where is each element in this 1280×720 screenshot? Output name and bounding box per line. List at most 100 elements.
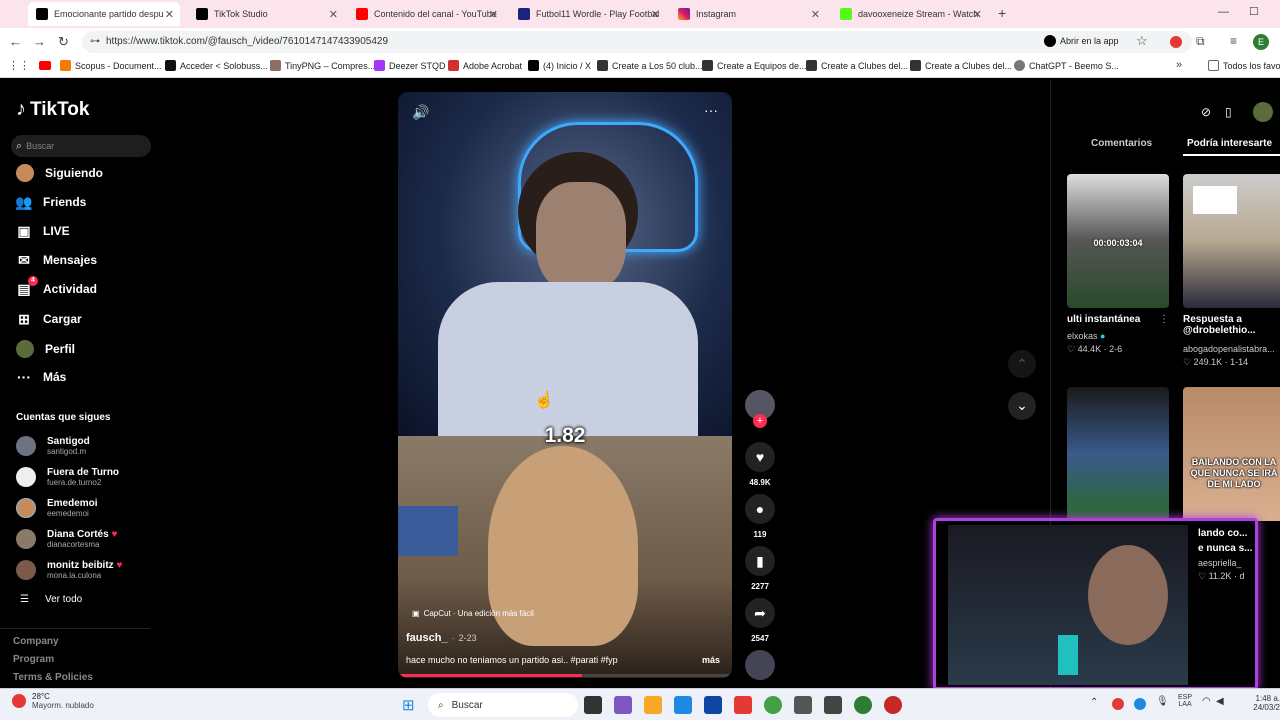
nav-actividad[interactable]: ▤ 4 Actividad (16, 276, 97, 297)
account-item[interactable]: Emedemoi eemedemoi (16, 498, 98, 518)
account-item[interactable]: monitz beibitz ♥ mona.la.culona (16, 560, 122, 580)
volume-icon[interactable]: ◀ (1216, 696, 1224, 707)
nav-siguiendo[interactable]: Siguiendo (16, 164, 103, 182)
more-bookmarks-icon[interactable]: » (1176, 59, 1182, 71)
download-icon[interactable]: ⊘ (1201, 105, 1211, 119)
clock[interactable]: 1:48 a. 24/03/2 (1240, 694, 1280, 712)
video-thumbnail[interactable] (1067, 387, 1169, 521)
tray-app-icon[interactable] (1112, 698, 1124, 710)
device-icon[interactable]: ▯ (1225, 105, 1232, 119)
bookmark-item[interactable]: Acceder < Solobuss... (165, 60, 268, 71)
weather-widget[interactable]: 28°C Mayorm. nublado (12, 692, 94, 710)
apps-grid-icon[interactable]: ⋮⋮ (8, 59, 30, 72)
nav-cargar[interactable]: ⊞ Cargar (16, 311, 82, 327)
nav-live[interactable]: ▣ LIVE (16, 223, 69, 239)
bookmark-item[interactable]: Create a Clubes del... (910, 60, 1012, 71)
tab-tiktok-studio[interactable]: TikTok Studio ✕ (188, 2, 344, 26)
bookmark-item[interactable]: Create a Clubes del... (806, 60, 908, 71)
tab-tiktok-video[interactable]: Emocionante partido despu ✕ (28, 2, 180, 26)
profile-avatar[interactable]: E (1253, 34, 1269, 50)
comment-button[interactable]: ● 119 (745, 494, 775, 539)
more-options-icon[interactable]: ··· (704, 102, 718, 118)
share-button[interactable]: ➦ 2547 (745, 598, 775, 643)
tab-comments[interactable]: Comentarios (1091, 138, 1152, 149)
language-indicator[interactable]: ESP LAA (1178, 694, 1192, 708)
nav-perfil[interactable]: Perfil (16, 340, 75, 358)
scroll-down-button[interactable]: ⌄ (1008, 392, 1036, 420)
site-info-icon[interactable]: ⊶ (90, 31, 100, 53)
extension-icon[interactable] (1170, 36, 1182, 48)
bookmark-item[interactable]: Deezer STQD (374, 60, 446, 71)
tiktok-logo[interactable]: ♪ TikTok (16, 98, 89, 121)
follow-plus-icon[interactable]: + (753, 414, 767, 428)
tab-recommended[interactable]: Podría interesarte (1187, 138, 1272, 149)
close-icon[interactable]: ✕ (329, 8, 338, 21)
minimize-icon[interactable]: — (1218, 6, 1229, 18)
bookmark-item[interactable]: ChatGPT - Beemo S... (1014, 60, 1119, 71)
forward-icon[interactable]: → (33, 34, 46, 49)
account-item[interactable]: Diana Cortés ♥ dianacortesma (16, 529, 117, 549)
bookmark-item[interactable]: Create a Los 50 club... (597, 60, 703, 71)
user-avatar[interactable] (1253, 102, 1273, 122)
bookmark-item[interactable]: (4) Inicio / X (528, 60, 591, 71)
close-icon[interactable]: ✕ (489, 8, 498, 21)
bookmark-item[interactable]: Scopus - Document... (60, 60, 162, 71)
chrome-profile-icon[interactable] (854, 696, 872, 714)
new-tab-icon[interactable]: + (998, 5, 1006, 21)
close-icon[interactable]: ✕ (165, 8, 174, 21)
reload-icon[interactable]: ↻ (58, 34, 69, 50)
like-button[interactable]: ♥ 48.9K (745, 442, 775, 487)
close-icon[interactable]: ✕ (811, 8, 820, 21)
footer-program[interactable]: Program (13, 654, 54, 665)
nav-friends[interactable]: 👥 Friends (15, 194, 86, 210)
nav-mas[interactable]: ··· Más (16, 369, 66, 385)
video-author[interactable]: fausch_ (406, 632, 448, 644)
recommendation-title[interactable]: ulti instantánea (1067, 314, 1140, 325)
file-explorer-icon[interactable] (644, 696, 662, 714)
url-field[interactable]: ⊶ https://www.tiktok.com/@fausch_/video/… (82, 31, 1192, 53)
recommendation-title[interactable]: Respuesta a @drobelethio... (1183, 314, 1280, 336)
wifi-icon[interactable]: ◠ (1202, 696, 1211, 707)
task-view-icon[interactable] (584, 696, 602, 714)
footer-company[interactable]: Company (13, 636, 59, 647)
youtube-app-icon[interactable] (734, 696, 752, 714)
bookmark-item[interactable]: Adobe Acrobat (448, 60, 522, 71)
video-thumbnail[interactable]: BAILANDO CON LA QUE NUNCA SE IRÁ DE MI L… (1183, 387, 1280, 521)
tray-chevron-icon[interactable]: ⌃ (1090, 697, 1098, 708)
video-player[interactable]: 🔊 ··· 1.82 ▣ CapCut · Una edición más fá… (398, 92, 732, 678)
app-icon[interactable] (824, 696, 842, 714)
game-bar-icon[interactable] (794, 696, 812, 714)
close-icon[interactable]: ✕ (651, 8, 660, 21)
recommendation-author[interactable]: elxokas ● (1067, 331, 1105, 341)
footer-terms[interactable]: Terms & Policies (13, 672, 93, 683)
progress-track[interactable] (398, 674, 732, 677)
app-icon[interactable] (884, 696, 902, 714)
video-thumbnail[interactable]: 00:00:03:04 (1067, 174, 1169, 308)
maximize-icon[interactable]: ☐ (1249, 5, 1259, 18)
author-avatar-button[interactable]: + (745, 390, 775, 428)
windows-start-icon[interactable]: ⊞ (402, 696, 415, 714)
tab-youtube[interactable]: Contenido del canal - YouTube ✕ (348, 2, 504, 26)
store-icon[interactable] (704, 696, 722, 714)
account-item[interactable]: Fuera de Turno fuera.de.turno2 (16, 467, 119, 487)
recommendation-author[interactable]: abogadopenalistabra... (1183, 344, 1275, 354)
capcut-badge[interactable]: ▣ CapCut · Una edición más fácil (412, 609, 534, 618)
copilot-icon[interactable] (614, 696, 632, 714)
bookmark-star-icon[interactable]: ☆ (1136, 33, 1148, 49)
back-icon[interactable]: ← (9, 34, 22, 49)
extensions-puzzle-icon[interactable]: ⧉ (1196, 34, 1205, 49)
see-all-button[interactable]: ☰ Ver todo (20, 594, 82, 605)
tab-search-icon[interactable]: ≡ (1230, 34, 1237, 48)
all-bookmarks-folder[interactable]: Todos los favori (1208, 60, 1280, 71)
edge-icon[interactable] (674, 696, 692, 714)
close-icon[interactable]: ✕ (973, 8, 982, 21)
save-button[interactable]: ▮ 2277 (745, 546, 775, 591)
volume-icon[interactable]: 🔊 (412, 104, 429, 121)
account-item[interactable]: Santigod santigod.m (16, 436, 90, 456)
bookmark-item[interactable]: Create a Equipos de... (702, 60, 807, 71)
taskbar-search[interactable]: ⌕ Buscar (428, 693, 578, 717)
caption-more-button[interactable]: más (702, 655, 720, 665)
music-disc-button[interactable] (745, 650, 775, 680)
mic-icon[interactable]: 🎙 (1156, 696, 1169, 707)
search-input[interactable]: ⌕ Buscar (11, 135, 151, 157)
